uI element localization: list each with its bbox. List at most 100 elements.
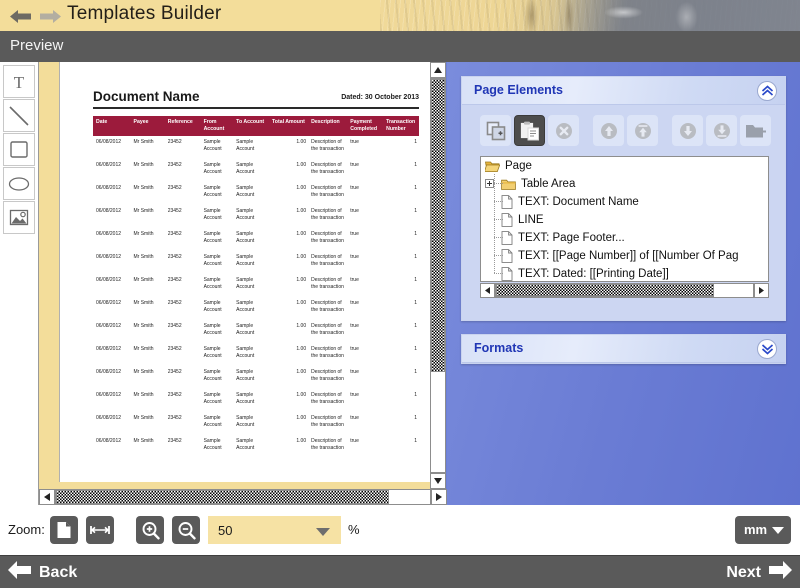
rectangle-tool[interactable] [3,133,35,166]
table-cell: Sample Account [236,162,255,175]
tree-item[interactable]: TEXT: Dated: [[Printing Date]] [481,264,768,281]
unit-dropdown[interactable]: mm [735,516,791,544]
arrow-left-icon[interactable] [10,10,32,23]
tree-scroll-thumb[interactable] [496,284,714,297]
image-tool[interactable] [3,201,35,234]
table-cell: Sample Account [203,346,222,359]
page-fit-icon[interactable] [50,516,78,544]
scroll-left-arrow-icon[interactable] [39,489,55,505]
table-cell: true [350,231,359,237]
zoom-level-dropdown[interactable]: 50 [208,516,341,544]
formats-panel-header[interactable]: Formats [462,335,785,363]
table-cell: Sample Account [236,277,255,290]
move-to-bottom-button[interactable] [706,115,737,146]
tree-item-label: Page [505,160,532,172]
preview-horizontal-scrollbar[interactable] [39,489,447,505]
table-cell: Description of the transaction [311,277,344,290]
table-cell: 1.00 [296,231,307,237]
table-cell: true [350,254,359,260]
table-cell: 23452 [167,415,182,421]
width-fit-icon[interactable] [86,516,114,544]
table-header-row: Date Payee Reference From Account To Account… [93,116,419,136]
table-cell: true [350,392,359,398]
vertical-scroll-thumb[interactable] [431,79,445,372]
document-page[interactable]: Document Name Dated: 30 October 2013 Dat… [59,62,433,482]
horizontal-scroll-thumb[interactable] [56,490,389,504]
tree-scroll-left-arrow-icon[interactable] [480,283,495,298]
scroll-right-arrow-icon[interactable] [431,489,447,505]
tree-item[interactable]: Table Area [481,174,768,193]
tree-item-label: TEXT: Document Name [518,196,639,208]
table-cell: Mr Smith [133,415,154,421]
table-cell: 1.00 [296,392,307,398]
tree-connector-dots [494,201,504,202]
tree-item-label: TEXT: [[Page Number]] of [[Number Of Pag [518,250,739,262]
move-up-button[interactable] [593,115,624,146]
table-cell: true [350,208,359,214]
vertical-scroll-track[interactable] [430,78,446,473]
text-tool[interactable]: T [3,65,35,98]
ellipse-tool[interactable] [3,167,35,200]
delete-element-button[interactable] [548,115,579,146]
table-cell: true [350,185,359,191]
tree-indent [481,210,504,229]
chevron-double-down-icon[interactable] [757,339,777,359]
horizontal-scroll-track[interactable] [55,489,431,505]
tree-item[interactable]: TEXT: Page Footer... [481,228,768,247]
table-cell: Sample Account [203,300,222,313]
table-cell: Description of the transaction [311,254,344,267]
line-tool[interactable] [3,99,35,132]
table-cell: 1 [414,139,417,145]
tree-connector-dots [494,237,504,238]
scroll-up-arrow-icon[interactable] [430,62,446,78]
group-element-button[interactable] [740,115,771,146]
arrow-left-icon [8,561,32,584]
table-cell: Sample Account [203,392,222,405]
table-cell: Mr Smith [133,185,154,191]
arrow-right-icon[interactable] [39,10,61,23]
title-bar: Templates Builder [0,0,800,31]
preview-label: Preview [10,37,64,54]
tree-expand-plus-icon[interactable] [485,179,494,188]
tree-indent [481,228,504,247]
add-element-button[interactable] [480,115,511,146]
page-elements-panel-header[interactable]: Page Elements [462,77,785,105]
tree-item[interactable]: LINE [481,210,768,229]
tree-item[interactable]: TEXT: Document Name [481,192,768,211]
chevron-double-up-icon[interactable] [757,81,777,101]
tree-item[interactable]: Page [481,157,768,175]
document-horizontal-rule [93,107,419,109]
chevron-down-icon[interactable] [316,528,330,536]
bottom-navigation-bar: Back Next [0,555,800,588]
table-header-cell: Date [93,116,131,136]
table-cell: 1 [414,254,417,260]
tree-scroll-track[interactable] [495,283,754,298]
magnifier-minus-icon[interactable] [172,516,200,544]
tree-item[interactable]: TEXT: [[Page Number]] of [[Number Of Pag [481,246,768,265]
scroll-down-arrow-icon[interactable] [430,473,446,489]
preview-vertical-scrollbar[interactable] [430,62,446,489]
table-cell: 1 [414,277,417,283]
table-cell: 1 [414,162,417,168]
table-cell: Description of the transaction [311,415,344,428]
chevron-down-icon[interactable] [772,527,784,534]
folder-icon [501,178,516,191]
table-cell: 1 [414,438,417,444]
back-button[interactable]: Back [8,561,77,584]
paste-element-button[interactable] [514,115,545,146]
magnifier-plus-icon[interactable] [136,516,164,544]
page-elements-tree[interactable]: Page Table Area TEXT: Document Name LINE TEX… [480,156,769,282]
move-to-top-button[interactable] [627,115,658,146]
move-down-button[interactable] [672,115,703,146]
tree-horizontal-scrollbar[interactable] [480,283,769,298]
table-cell: 1 [414,392,417,398]
table-cell: 23452 [167,369,182,375]
tree-scroll-right-arrow-icon[interactable] [754,283,769,298]
table-header-cell: To Account [233,116,270,136]
next-button[interactable]: Next [726,561,792,584]
table-cell: Sample Account [203,369,222,382]
formats-panel: Formats [461,334,786,364]
preview-header-bar: Preview [0,31,800,62]
table-cell: Sample Account [236,231,255,244]
table-cell: Sample Account [236,208,255,221]
